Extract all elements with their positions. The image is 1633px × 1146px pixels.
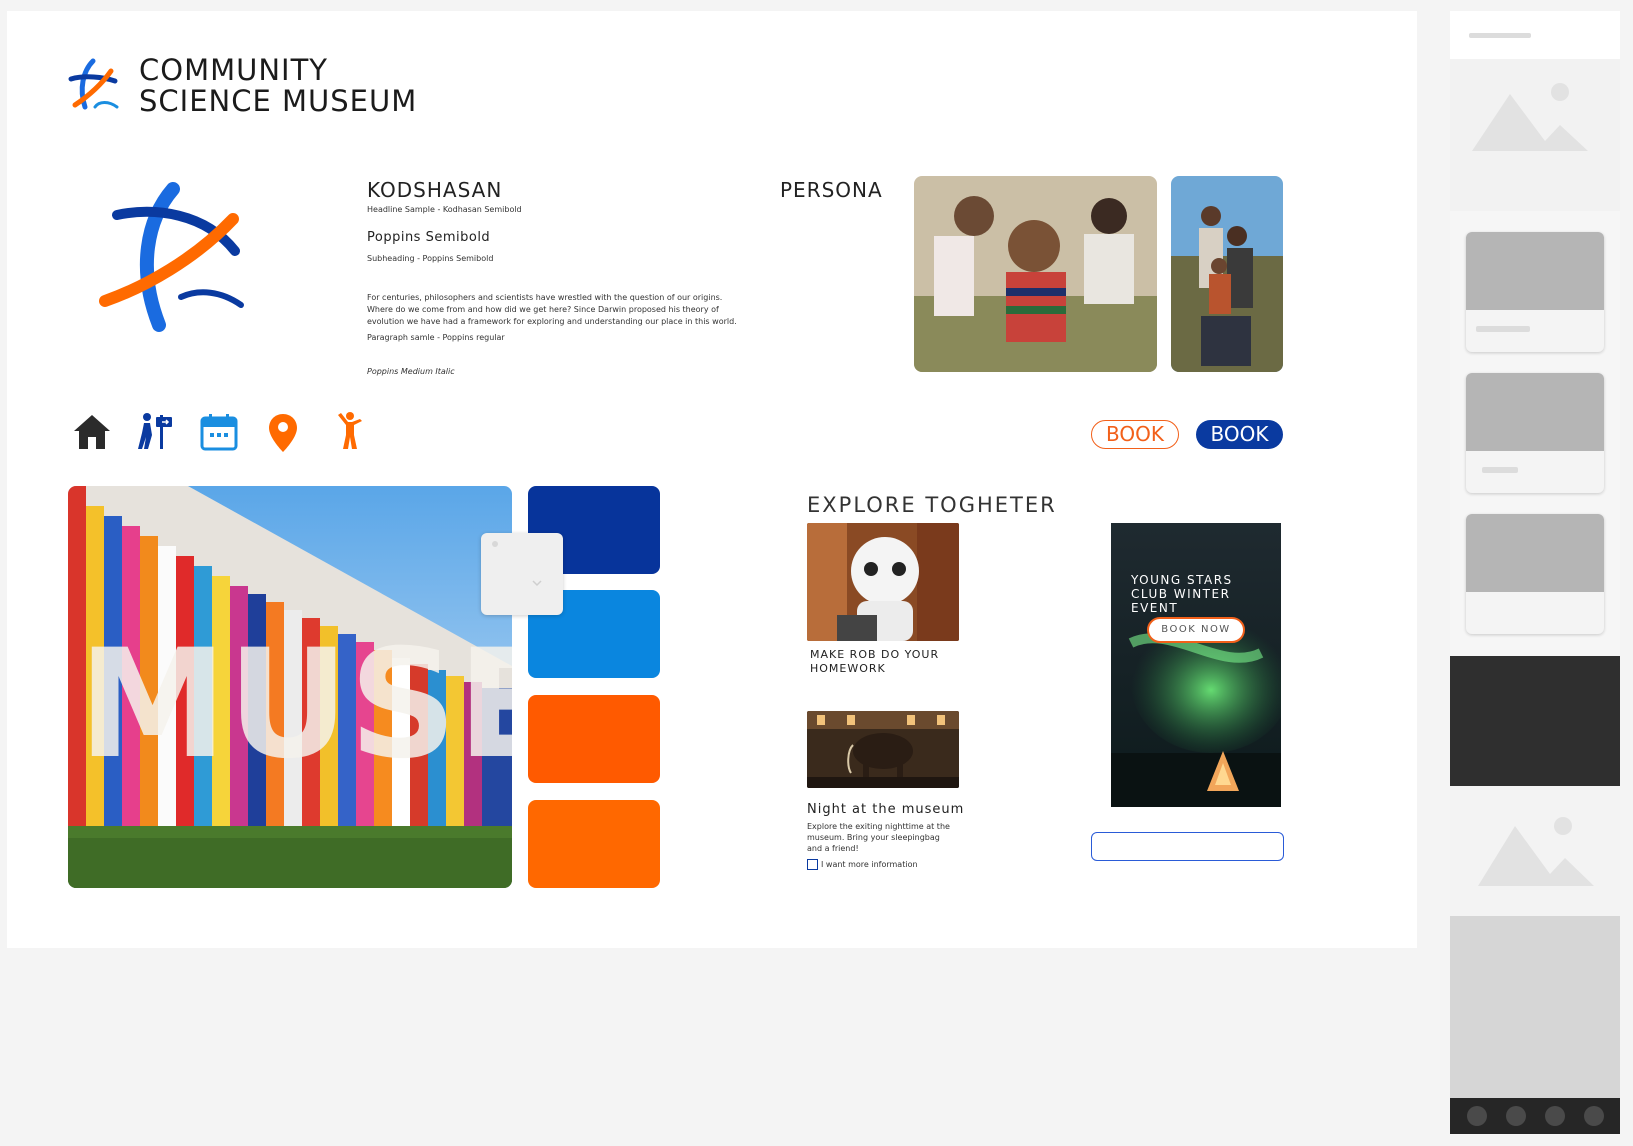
color-swatch-3 <box>528 695 660 783</box>
rail-card-line <box>1476 326 1530 332</box>
persona-label: PERSONA <box>780 178 883 202</box>
rail-dot-3[interactable] <box>1545 1106 1565 1126</box>
rail-card-image <box>1466 373 1604 451</box>
color-swatch-4 <box>528 800 660 888</box>
rail-card-3[interactable] <box>1466 514 1604 634</box>
location-pin-icon <box>269 414 297 452</box>
persona-photo-family <box>1171 176 1283 372</box>
ad-title: YOUNG STARS CLUB WINTER EVENT <box>1131 573 1233 615</box>
museum-letters: MUSEUM <box>78 618 512 792</box>
headline-caption: Headline Sample - Kodhasan Semibold <box>367 205 522 214</box>
rail-image-placeholder-2[interactable] <box>1450 786 1620 916</box>
rail-dot-4[interactable] <box>1584 1106 1604 1126</box>
persona-photo-kids <box>914 176 1157 372</box>
brand-board: COMMUNITY SCIENCE MUSEUM KODSHASAN Headl… <box>7 11 1417 948</box>
rail-card-1[interactable] <box>1466 232 1604 352</box>
night-event-title: Night at the museum <box>807 802 965 817</box>
subheading-sample: Poppins Semibold <box>367 230 491 245</box>
brand-name-line2: SCIENCE MUSEUM <box>139 84 418 118</box>
rail-card-2[interactable] <box>1466 373 1604 493</box>
floating-placeholder-card[interactable] <box>481 533 563 615</box>
book-now-button[interactable]: BOOK NOW <box>1147 617 1245 643</box>
rail-header-line <box>1469 33 1531 38</box>
wayfinding-icon <box>138 413 172 449</box>
museum-hero-image: MUSEUM <box>68 486 512 888</box>
night-museum-image[interactable] <box>807 711 959 788</box>
italic-caption: Poppins Medium Italic <box>367 367 455 376</box>
brand-name-line1: COMMUNITY <box>139 53 329 87</box>
young-stars-ad: YOUNG STARS CLUB WINTER EVENT BOOK NOW <box>1111 523 1281 807</box>
night-event-description: Explore the exiting nighttime at the mus… <box>807 822 950 853</box>
visitor-icon <box>338 412 362 449</box>
rail-image-placeholder-1[interactable] <box>1450 59 1620 211</box>
rail-dot-2[interactable] <box>1506 1106 1526 1126</box>
brand-logo-small <box>68 58 119 110</box>
empty-input-field[interactable] <box>1091 832 1284 861</box>
more-info-label: I want more information <box>821 860 918 869</box>
robot-card-caption: MAKE ROB DO YOUR HOMEWORK <box>810 648 940 675</box>
brand-logo-large <box>99 182 244 332</box>
rail-gray-block <box>1450 916 1620 1098</box>
calendar-icon <box>200 414 238 451</box>
paragraph-caption: Paragraph samle - Poppins regular <box>367 333 505 342</box>
robot-card-image[interactable] <box>807 523 959 641</box>
book-button-solid[interactable]: BOOK <box>1196 420 1283 449</box>
rail-card-image <box>1466 232 1604 310</box>
rail-card-line <box>1482 467 1518 473</box>
explore-title: EXPLORE TOGHETER <box>807 493 1057 517</box>
rail-footer-bar <box>1450 1098 1620 1134</box>
rail-dark-block <box>1450 656 1620 786</box>
paragraph-sample: For centuries, philosophers and scientis… <box>367 293 737 326</box>
rail-dot-1[interactable] <box>1467 1106 1487 1126</box>
home-icon <box>74 415 110 449</box>
headline-sample: KODSHASAN <box>367 178 503 202</box>
preview-rail <box>1450 11 1620 1135</box>
more-info-checkbox[interactable] <box>807 859 818 870</box>
rail-card-image <box>1466 514 1604 592</box>
rail-header <box>1450 11 1620 59</box>
book-button-outline[interactable]: BOOK <box>1091 420 1179 449</box>
subheading-caption: Subheading - Poppins Semibold <box>367 254 494 263</box>
